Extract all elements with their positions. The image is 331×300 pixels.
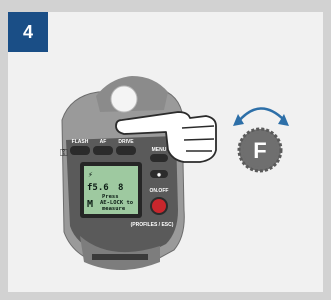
on-off-button[interactable]: ON.OFF xyxy=(150,188,169,215)
lamp-icon: ✹ xyxy=(156,172,161,179)
af-button-label: AF xyxy=(100,139,107,145)
on-off-label: ON.OFF xyxy=(150,188,169,194)
menu-button-label: MENU xyxy=(152,147,167,153)
grip-stripe xyxy=(92,254,148,260)
rotate-arrow-icon xyxy=(237,107,285,123)
key-icon: ⚿ xyxy=(60,148,68,159)
flash-button[interactable]: FLASH xyxy=(70,139,90,155)
lcd-message-line3: measure xyxy=(102,206,126,212)
lcd-value: 8 xyxy=(118,183,123,193)
light-sensor-icon xyxy=(110,85,138,113)
lcd-aperture: f5.6 xyxy=(87,183,109,193)
front-dial-icon: F xyxy=(237,127,283,173)
flash-button-label: FLASH xyxy=(72,139,89,145)
drive-button[interactable]: DRIVE xyxy=(116,139,136,155)
drive-button-label: DRIVE xyxy=(118,139,134,145)
camera-illustration: FLASH AF DRIVE MENU ⚿ ⚡ f5.6 8 M Press A… xyxy=(60,76,289,270)
profiles-esc-label: (PROFILES / ESC) xyxy=(131,222,174,228)
menu-button[interactable]: MENU xyxy=(150,147,168,162)
lcd-flash-symbol: ⚡ xyxy=(88,170,93,179)
light-button[interactable]: ✹ xyxy=(150,170,168,179)
lcd-mode: M xyxy=(87,199,93,210)
dial-letter: F xyxy=(253,138,266,163)
